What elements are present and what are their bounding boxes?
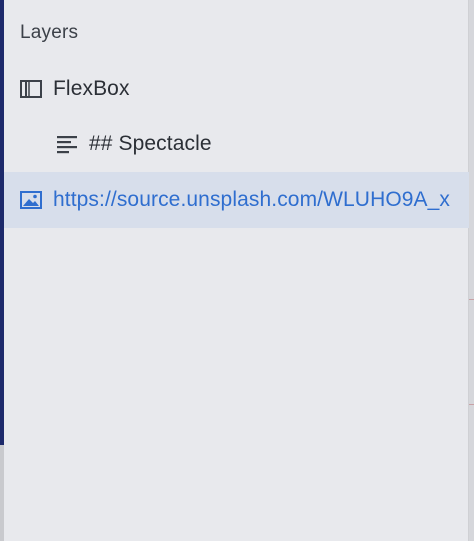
layer-item-flexbox[interactable]: FlexBox — [4, 61, 469, 117]
layer-item-spectacle[interactable]: ## Spectacle — [4, 116, 469, 172]
canvas-guide-line — [469, 404, 474, 405]
panel-title: Layers — [20, 22, 79, 43]
app-window: Layers FlexBox ## Spectacle https://sour… — [0, 0, 474, 541]
layer-label: ## Spectacle — [89, 132, 212, 155]
background-canvas-right-edge — [469, 0, 474, 541]
text-lines-icon — [55, 132, 79, 156]
layer-label: https://source.unsplash.com/WLUHO9A_x — [53, 188, 451, 211]
canvas-guide-line — [469, 299, 474, 300]
image-icon — [19, 188, 43, 212]
layer-label: FlexBox — [53, 77, 130, 100]
layers-panel: Layers FlexBox ## Spectacle https://sour… — [4, 0, 469, 541]
layer-item-image[interactable]: https://source.unsplash.com/WLUHO9A_x — [4, 172, 469, 228]
column-layout-icon — [19, 77, 43, 101]
